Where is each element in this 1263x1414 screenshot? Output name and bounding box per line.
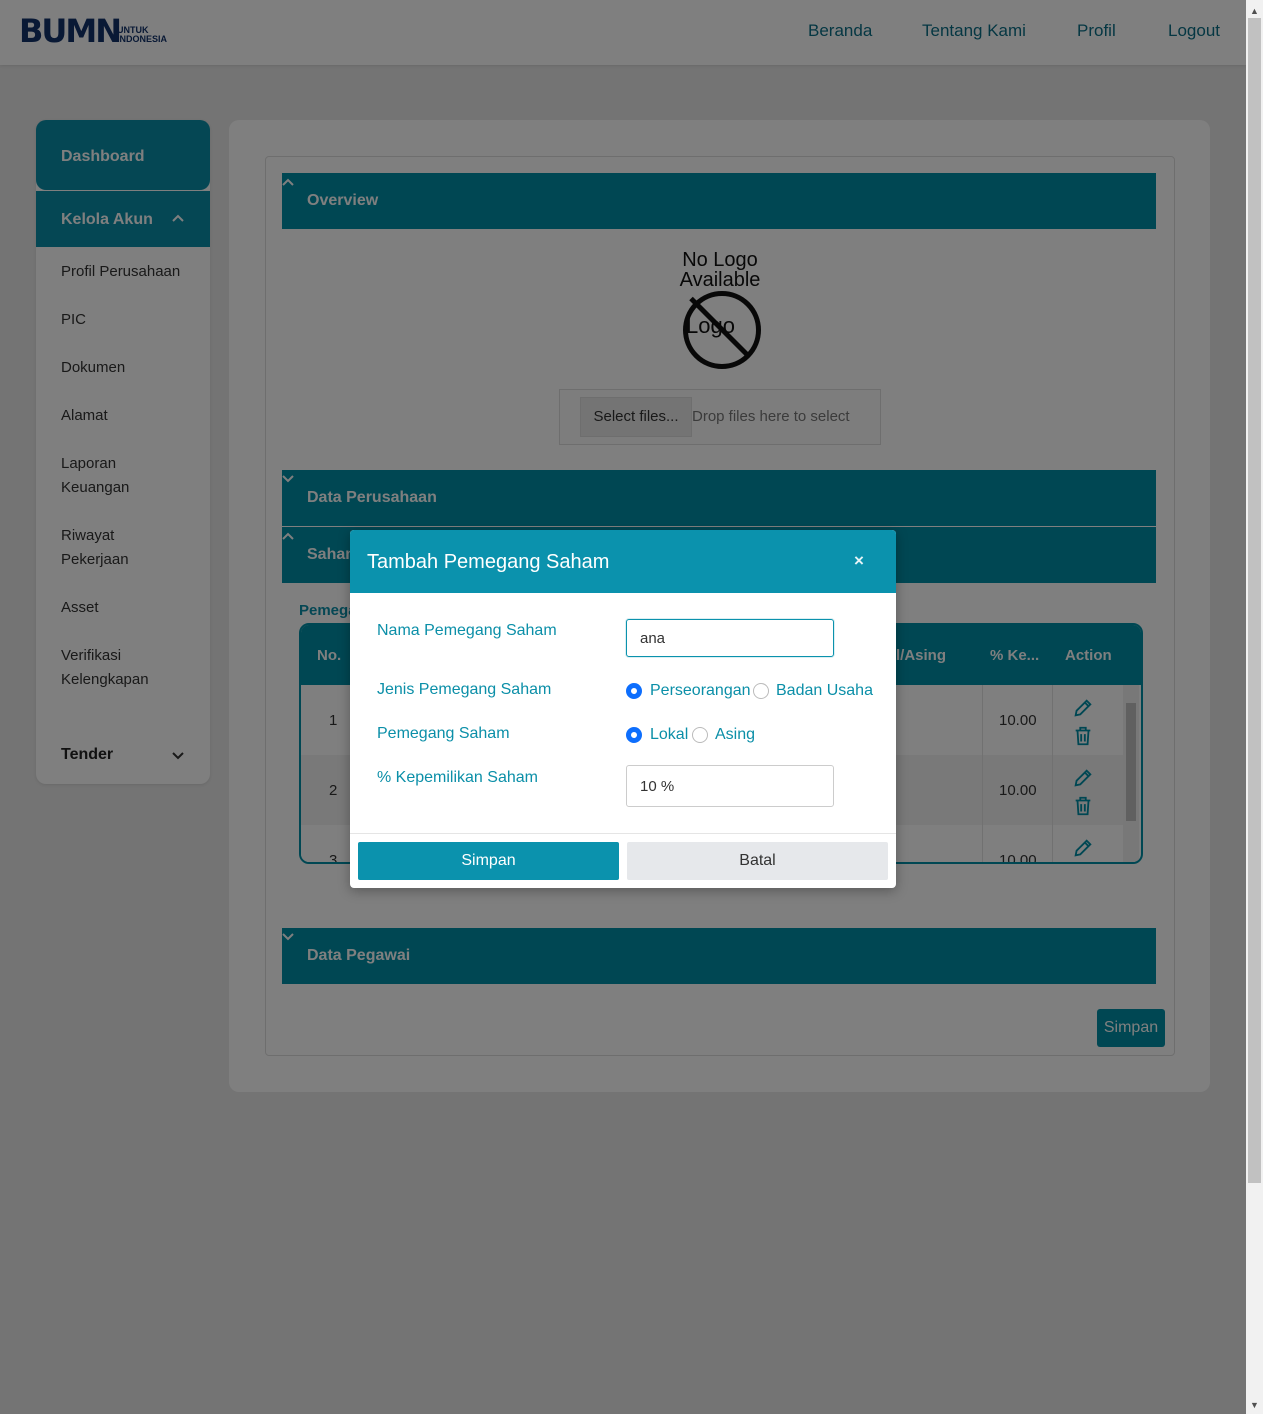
scroll-up-arrow-icon[interactable]: ▲: [1248, 4, 1261, 18]
type-label: Jenis Pemegang Saham: [377, 681, 552, 698]
name-label: Nama Pemegang Saham: [377, 622, 557, 639]
radio-badan-usaha[interactable]: [753, 683, 769, 699]
modal-save-button[interactable]: Simpan: [358, 842, 619, 880]
radio-asing[interactable]: [692, 727, 708, 743]
shareholder-name-input[interactable]: ana: [626, 619, 834, 657]
modal-cancel-button[interactable]: Batal: [627, 842, 888, 880]
modal-footer-divider: [350, 833, 896, 834]
radio-lokal-label[interactable]: Lokal: [650, 726, 688, 744]
close-icon[interactable]: ×: [854, 551, 864, 571]
radio-lokal[interactable]: [626, 727, 642, 743]
radio-asing-label[interactable]: Asing: [715, 726, 755, 744]
page-scrollbar-thumb[interactable]: [1248, 18, 1261, 1183]
radio-perseorangan[interactable]: [626, 683, 642, 699]
modal-title: Tambah Pemegang Saham: [367, 551, 610, 573]
radio-perseorangan-label[interactable]: Perseorangan: [650, 682, 751, 700]
origin-label: Pemegang Saham: [377, 725, 510, 742]
radio-badan-usaha-label[interactable]: Badan Usaha: [776, 682, 873, 700]
ownership-percentage-input[interactable]: 10 %: [626, 765, 834, 807]
pct-label: % Kepemilikan Saham: [377, 769, 538, 786]
scroll-down-arrow-icon[interactable]: ▼: [1248, 1398, 1261, 1412]
